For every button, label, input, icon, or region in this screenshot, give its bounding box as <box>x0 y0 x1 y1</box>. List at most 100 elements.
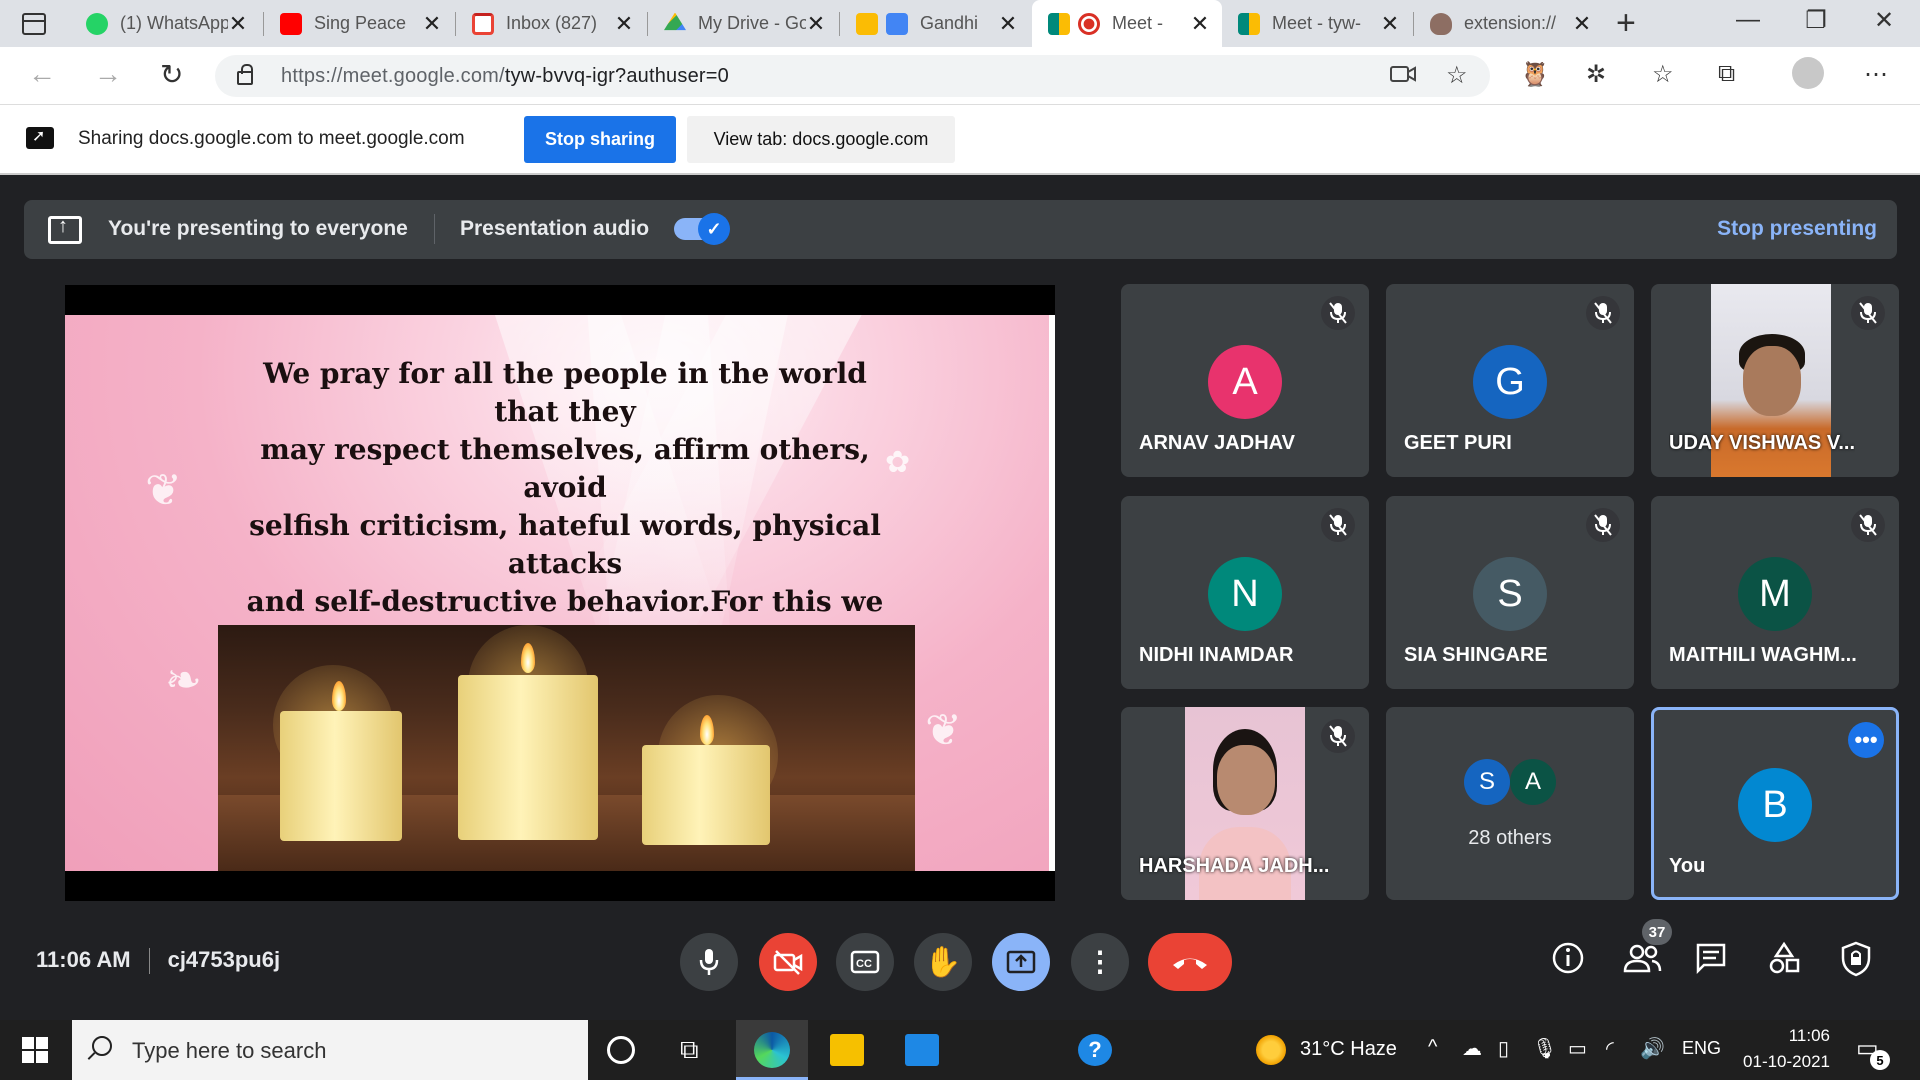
url-field[interactable]: https://meet.google.com/tyw-bvvq-igr?aut… <box>215 55 1490 97</box>
more-options-button[interactable]: ⋮ <box>1071 933 1129 991</box>
participant-tile[interactable]: S SIA SHINGARE <box>1386 496 1634 689</box>
tab-title: extension:// <box>1464 13 1557 33</box>
forward-icon[interactable]: → <box>94 58 122 90</box>
onedrive-icon[interactable]: ☁ <box>1462 1036 1482 1061</box>
svg-text:CC: CC <box>856 958 872 970</box>
participant-tile[interactable]: N NIDHI INAMDAR <box>1121 496 1369 689</box>
owl-extension-icon <box>1430 12 1452 35</box>
minimize-icon[interactable]: — <box>1718 6 1778 34</box>
close-tab-icon[interactable]: ✕ <box>228 11 248 37</box>
help-icon[interactable]: ? <box>1078 1034 1112 1066</box>
collections-icon[interactable]: ⧉ <box>1718 60 1735 88</box>
whatsapp-icon <box>86 12 108 35</box>
device-icon[interactable]: ▯ <box>1498 1036 1509 1061</box>
close-window-icon[interactable]: ✕ <box>1854 6 1914 35</box>
gmail-icon <box>472 12 494 35</box>
participant-tile[interactable]: UDAY VISHWAS V... <box>1651 284 1899 477</box>
browser-tab[interactable]: Sing Peace ✕ <box>264 0 454 47</box>
present-screen-icon <box>48 215 82 244</box>
browser-tab[interactable]: Meet - tyw- ✕ <box>1222 0 1412 47</box>
stop-presenting-button[interactable]: Stop presenting <box>1717 217 1877 241</box>
windows-start-icon[interactable] <box>22 1037 48 1063</box>
language-indicator[interactable]: ENG <box>1682 1038 1721 1059</box>
participant-tile[interactable]: HARSHADA JADH... <box>1121 707 1369 900</box>
browser-tab[interactable]: extension:// ✕ <box>1414 0 1604 47</box>
owl-extension-icon[interactable]: 🦉 <box>1520 60 1550 89</box>
close-tab-icon[interactable]: ✕ <box>1572 11 1592 37</box>
meet-icon <box>1238 12 1260 35</box>
close-tab-icon[interactable]: ✕ <box>1380 11 1400 37</box>
browser-tab[interactable]: (1) WhatsApp ✕ <box>70 0 260 47</box>
search-icon <box>92 1036 112 1056</box>
camera-in-use-icon[interactable] <box>1390 63 1416 92</box>
start-tile <box>22 1037 34 1049</box>
captions-button[interactable]: CC <box>836 933 894 991</box>
close-tab-icon[interactable]: ✕ <box>998 11 1018 37</box>
google-drive-icon <box>664 12 686 31</box>
close-tab-icon[interactable]: ✕ <box>806 11 826 37</box>
others-tile[interactable]: S A 28 others <box>1386 707 1634 900</box>
weather-text[interactable]: 31°C Haze <box>1300 1038 1397 1061</box>
presentation-audio-toggle[interactable]: ✓ <box>674 213 730 245</box>
reload-icon[interactable]: ↻ <box>160 58 183 91</box>
presentation-audio-label: Presentation audio <box>460 217 650 240</box>
leave-call-button[interactable] <box>1148 933 1232 991</box>
browser-tab[interactable]: My Drive - Google Drive ✕ <box>648 0 838 47</box>
raise-hand-button[interactable]: ✋ <box>914 933 972 991</box>
extensions-icon[interactable]: ✲ <box>1586 60 1606 89</box>
wifi-icon[interactable]: ◜ <box>1606 1036 1614 1061</box>
camera-off-button[interactable] <box>759 933 817 991</box>
browser-tab-active[interactable]: Meet - ✕ <box>1032 0 1222 47</box>
new-tab-icon[interactable]: + <box>1616 4 1636 43</box>
edge-taskbar-button[interactable] <box>736 1020 808 1080</box>
meeting-code: cj4753pu6j <box>167 947 281 972</box>
banner-divider <box>434 214 435 244</box>
browser-tab[interactable]: Gandhi ✕ <box>840 0 1030 47</box>
self-tile[interactable]: ••• B You <box>1651 707 1899 900</box>
profile-avatar[interactable] <box>1792 57 1824 89</box>
taskbar-search-field[interactable]: Type here to search <box>72 1020 588 1080</box>
tab-actions-menu-icon[interactable] <box>22 13 46 35</box>
close-tab-icon[interactable]: ✕ <box>614 11 634 37</box>
participant-name: MAITHILI WAGHM... <box>1669 644 1857 666</box>
add-favorite-icon[interactable]: ☆ <box>1446 61 1468 90</box>
shared-slide: ❦ ❧ ❦ ✿ We pray for all the people in th… <box>65 315 1055 871</box>
task-view-icon[interactable]: ⧉ <box>680 1034 714 1066</box>
settings-more-icon[interactable]: ⋯ <box>1864 60 1888 89</box>
back-icon[interactable]: ← <box>28 58 56 90</box>
stop-sharing-button[interactable]: Stop sharing <box>524 116 676 163</box>
participant-tile[interactable]: G GEET PURI <box>1386 284 1634 477</box>
mic-off-icon <box>1851 296 1885 330</box>
file-explorer-icon[interactable] <box>830 1034 864 1066</box>
close-tab-icon[interactable]: ✕ <box>1190 11 1210 37</box>
avatar: A <box>1208 345 1282 419</box>
cortana-icon[interactable] <box>607 1036 635 1064</box>
tab-title: (1) WhatsApp <box>120 13 228 33</box>
meeting-details-icon[interactable] <box>1551 941 1585 980</box>
view-tab-button[interactable]: View tab: docs.google.com <box>687 116 955 163</box>
activities-icon[interactable] <box>1767 941 1801 980</box>
maximize-icon[interactable]: ❐ <box>1786 6 1846 35</box>
mail-icon[interactable] <box>905 1034 939 1066</box>
url-text: https://meet.google.com/tyw-bvvq-igr?aut… <box>281 65 729 88</box>
participant-tile[interactable]: M MAITHILI WAGHM... <box>1651 496 1899 689</box>
host-controls-icon[interactable] <box>1840 941 1872 982</box>
chevron-up-icon[interactable]: ^ <box>1428 1036 1437 1059</box>
candle <box>280 711 402 841</box>
more-options-icon[interactable]: ••• <box>1848 722 1884 758</box>
participant-tile[interactable]: A ARNAV JADHAV <box>1121 284 1369 477</box>
mic-button[interactable] <box>680 933 738 991</box>
battery-icon[interactable]: ▭ <box>1568 1036 1587 1061</box>
favorites-icon[interactable]: ☆ <box>1652 60 1674 89</box>
volume-icon[interactable]: 🔊 <box>1640 1036 1665 1061</box>
mic-off-icon <box>1586 508 1620 542</box>
present-button[interactable] <box>992 933 1050 991</box>
browser-tab[interactable]: Inbox (827) ✕ <box>456 0 646 47</box>
clock-time[interactable]: 11:06 <box>1740 1026 1830 1046</box>
clock-date[interactable]: 01-10-2021 <box>1730 1052 1830 1072</box>
chat-icon[interactable] <box>1694 941 1728 980</box>
close-tab-icon[interactable]: ✕ <box>422 11 442 37</box>
people-icon[interactable] <box>1622 941 1662 980</box>
microphone-icon[interactable]: 🎙 <box>1532 1036 1557 1061</box>
divider <box>148 948 150 975</box>
